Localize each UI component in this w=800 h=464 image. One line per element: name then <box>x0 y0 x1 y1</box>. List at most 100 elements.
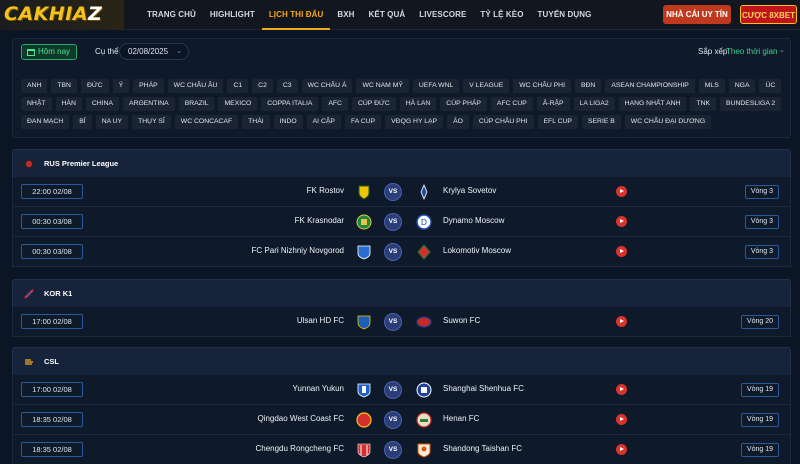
site-logo[interactable]: CAKHIAZ <box>0 0 124 30</box>
league-chip[interactable]: FA CUP <box>344 115 382 129</box>
league-chip[interactable]: THÁI <box>242 115 270 129</box>
league-chip[interactable]: CÚP ĐỨC <box>351 97 396 111</box>
match-row[interactable]: 17:00 02/08 Ulsan HD FC VS Suwon FC Vòng… <box>12 307 791 337</box>
league-chip[interactable]: CÚP CHÂU PHI <box>472 115 534 129</box>
nav-trang-chu[interactable]: TRANG CHỦ <box>140 0 203 30</box>
nav-highlight[interactable]: HIGHLIGHT <box>203 0 262 30</box>
match-row[interactable]: 17:00 02/08 Yunnan Yukun VS Shanghai She… <box>12 375 791 405</box>
match-time: 18:35 02/08 <box>21 442 83 457</box>
league-chip[interactable]: UEFA WNL <box>412 79 460 93</box>
live-play-icon[interactable] <box>616 444 627 455</box>
league-chip[interactable]: V LEAGUE <box>463 79 510 93</box>
league-chip[interactable]: INDO <box>273 115 303 129</box>
home-crest-icon <box>357 443 371 458</box>
league-chip[interactable]: AFC <box>322 97 348 111</box>
away-team: Lokomotiv Moscow <box>443 246 512 255</box>
vs-badge: VS <box>384 411 402 429</box>
league-chip[interactable]: CHINA <box>85 97 120 111</box>
logo-text: CAKHIAZ <box>4 3 103 25</box>
nav-ket-qua[interactable]: KẾT QUẢ <box>362 0 413 30</box>
nha-cai-uy-tin-button[interactable]: NHÀ CÁI UY TÍN <box>663 5 731 24</box>
league-chip[interactable]: ÁO <box>447 115 469 129</box>
nav-bxh[interactable]: BXH <box>330 0 361 30</box>
league-header-rus: RUS Premier League <box>12 149 791 177</box>
league-chip[interactable]: ARGENTINA <box>123 97 175 111</box>
match-time: 22:00 02/08 <box>21 184 83 199</box>
league-chip[interactable]: LA LIGA2 <box>573 97 615 111</box>
nav-lich-thi-dau[interactable]: LỊCH THI ĐẤU <box>261 0 331 30</box>
league-chip[interactable]: HÀN <box>55 97 82 111</box>
home-crest-icon <box>356 214 372 230</box>
league-chip[interactable]: WC CHÂU Á <box>301 79 353 93</box>
league-chip[interactable]: MEXICO <box>218 97 258 111</box>
league-chip[interactable]: BRAZIL <box>178 97 215 111</box>
match-time: 18:35 02/08 <box>21 412 83 427</box>
league-chip[interactable]: AFC CUP <box>490 97 533 111</box>
league-chip[interactable]: ĐAN MẠCH <box>21 115 70 129</box>
nav-tuyen-dung[interactable]: TUYỂN DỤNG <box>531 0 599 30</box>
league-chip[interactable]: BUNDESLIGA 2 <box>720 97 782 111</box>
cuoc-8xbet-button[interactable]: CƯỢC 8XBET <box>740 5 797 24</box>
sort-select[interactable]: Theo thời gian <box>726 47 778 56</box>
league-chip[interactable]: NHẬT <box>21 97 52 111</box>
league-chip[interactable]: BỈ <box>73 115 92 129</box>
away-team: Krylya Sovetov <box>443 186 497 195</box>
league-chip[interactable]: NGA <box>728 79 756 93</box>
match-row[interactable]: 22:00 02/08 FK Rostov VS Krylya Sovetov … <box>12 177 791 207</box>
league-chip[interactable]: COPPA ITALIA <box>261 97 319 111</box>
league-filter-list: ANH TBN ĐỨC Ý PHÁP WC CHÂU ÂU C1 C2 C3 WC CHÂU ÁW… <box>21 79 785 129</box>
league-chip[interactable]: HẠNG NHẤT ANH <box>618 97 687 111</box>
league-chip[interactable]: THỤY SĨ <box>132 115 171 129</box>
league-chip[interactable]: ASEAN CHAMPIONSHIP <box>605 79 695 93</box>
live-play-icon[interactable] <box>616 384 627 395</box>
league-chip[interactable]: AI CẬP <box>306 115 341 129</box>
live-play-icon[interactable] <box>616 414 627 425</box>
league-chip[interactable]: WC CHÂU ÂU <box>167 79 224 93</box>
away-crest-icon <box>420 184 428 200</box>
league-chip[interactable]: ĐỨC <box>80 79 109 93</box>
nav-ty-le-keo[interactable]: TỶ LỆ KÈO <box>473 0 530 30</box>
league-chip[interactable]: VĐQG HY LẠP <box>385 115 444 129</box>
league-chip[interactable]: C3 <box>276 79 298 93</box>
league-chip[interactable]: WC CHÂU ĐẠI DƯƠNG <box>624 115 712 129</box>
live-play-icon[interactable] <box>616 216 627 227</box>
date-picker[interactable]: 02/08/2025 ⌄ <box>119 43 189 60</box>
home-team: FK Rostov <box>306 186 344 195</box>
away-team: Shandong Taishan FC <box>443 444 523 453</box>
live-play-icon[interactable] <box>616 246 627 257</box>
league-chip[interactable]: EFL CUP <box>537 115 578 129</box>
league-chip[interactable]: WC CHÂU PHI <box>513 79 571 93</box>
league-chip[interactable]: ÚC <box>759 79 782 93</box>
league-chip[interactable]: TNK <box>690 97 717 111</box>
today-button[interactable]: Hôm nay <box>21 44 77 60</box>
match-row[interactable]: 00:30 03/08 FC Pari Nizhniy Novgorod VS … <box>12 237 791 267</box>
league-chip[interactable]: PHÁP <box>133 79 164 93</box>
vs-badge: VS <box>384 441 402 459</box>
cu-the-label: Cụ thể <box>95 47 119 56</box>
live-play-icon[interactable] <box>616 316 627 327</box>
round-badge: Vòng 3 <box>744 185 779 199</box>
match-row[interactable]: 00:30 03/08 FK Krasnodar VS D Dynamo Mos… <box>12 207 791 237</box>
league-chip[interactable]: C2 <box>252 79 273 93</box>
league-chip[interactable]: BĐN <box>574 79 602 93</box>
league-chip[interactable]: TBN <box>51 79 77 93</box>
live-play-icon[interactable] <box>616 186 627 197</box>
league-header-csl: CSL <box>12 347 791 375</box>
league-chip[interactable]: NA UY <box>95 115 129 129</box>
nav-livescore[interactable]: LIVESCORE <box>412 0 473 30</box>
league-chip[interactable]: Ả-RẬP <box>536 97 570 111</box>
league-chip[interactable]: CÚP PHÁP <box>440 97 487 111</box>
league-chip[interactable]: MLS <box>698 79 725 93</box>
league-chip[interactable]: C1 <box>227 79 249 93</box>
league-chip[interactable]: ANH <box>21 79 48 93</box>
league-chip[interactable]: SERIE B <box>581 115 621 129</box>
league-chip[interactable]: WC NAM MỸ <box>356 79 409 93</box>
league-chip[interactable]: HÀ LAN <box>399 97 437 111</box>
league-chip[interactable]: WC CONCACAF <box>174 115 239 129</box>
league-chip[interactable]: Ý <box>112 79 130 93</box>
match-row[interactable]: 18:35 02/08 Qingdao West Coast FC VS Hen… <box>12 405 791 435</box>
vs-badge: VS <box>384 183 402 201</box>
today-label: Hôm nay <box>38 47 71 56</box>
match-row[interactable]: 18:35 02/08 Chengdu Rongcheng FC VS Shan… <box>12 435 791 464</box>
main-nav: TRANG CHỦ HIGHLIGHT LỊCH THI ĐẤU BXH KẾT… <box>140 0 598 30</box>
